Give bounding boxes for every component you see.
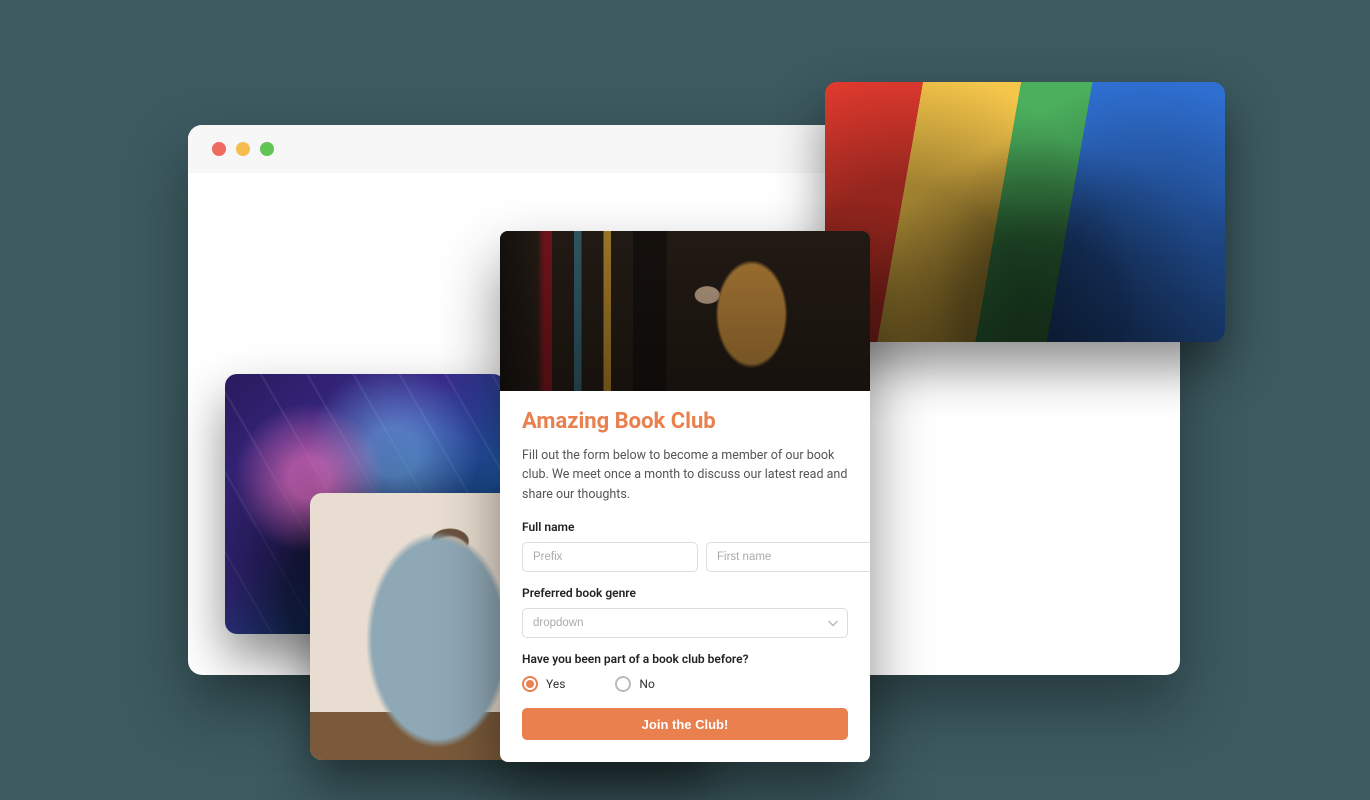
fullname-label: Full name: [522, 520, 848, 534]
fullname-row: [522, 542, 848, 572]
window-close-dot[interactable]: [212, 142, 226, 156]
prefix-input[interactable]: [522, 542, 698, 572]
radio-indicator-icon: [615, 676, 631, 692]
radio-yes[interactable]: Yes: [522, 676, 565, 692]
form-hero-image: [500, 231, 870, 391]
prior-club-radios: Yes No: [522, 676, 848, 692]
form-description: Fill out the form below to become a memb…: [522, 446, 848, 504]
signup-form-panel: Amazing Book Club Fill out the form belo…: [500, 231, 870, 762]
submit-button[interactable]: Join the Club!: [522, 708, 848, 740]
window-maximize-dot[interactable]: [260, 142, 274, 156]
prior-club-label: Have you been part of a book club before…: [522, 652, 848, 666]
radio-no-label: No: [639, 677, 654, 691]
image-card-pride: [825, 82, 1225, 342]
radio-yes-label: Yes: [546, 677, 565, 691]
genre-select-wrap: dropdown: [522, 608, 848, 638]
radio-indicator-icon: [522, 676, 538, 692]
form-body: Amazing Book Club Fill out the form belo…: [500, 391, 870, 762]
window-minimize-dot[interactable]: [236, 142, 250, 156]
form-title: Amazing Book Club: [522, 409, 848, 434]
genre-select[interactable]: dropdown: [522, 608, 848, 638]
firstname-input[interactable]: [706, 542, 870, 572]
genre-label: Preferred book genre: [522, 586, 848, 600]
radio-no[interactable]: No: [615, 676, 654, 692]
